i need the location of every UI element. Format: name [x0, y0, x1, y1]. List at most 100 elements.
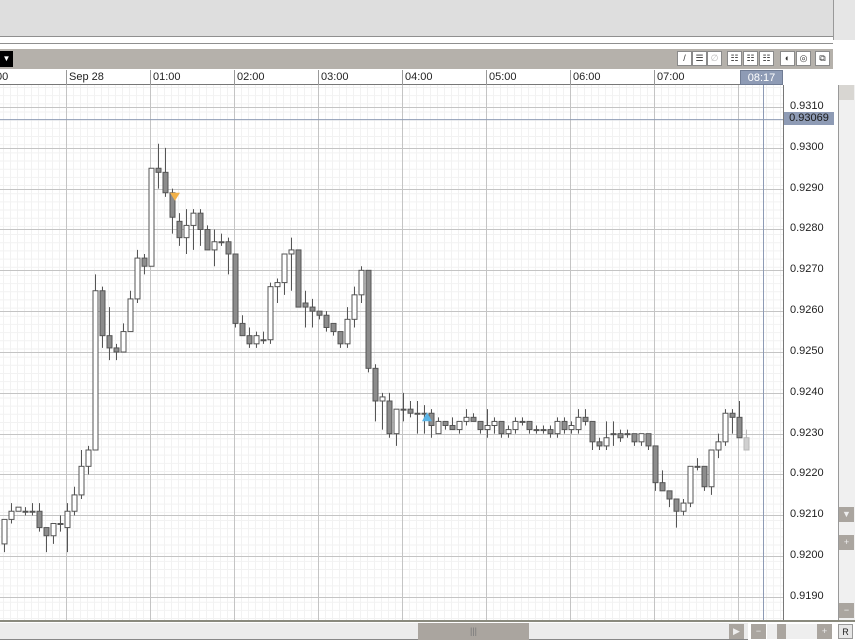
scroll-down-icon[interactable]: ▼	[839, 507, 854, 522]
candle-body	[358, 269, 365, 296]
reset-button[interactable]: R	[838, 624, 853, 639]
candle-body	[414, 412, 421, 415]
candlestick-chart[interactable]	[0, 85, 783, 620]
candle-body	[176, 220, 183, 239]
candle-body	[57, 522, 64, 525]
candle-body	[400, 408, 407, 411]
horizontal-scrollbar[interactable]	[0, 623, 748, 640]
time-label: 05:00	[486, 70, 570, 85]
candle-body	[274, 282, 281, 288]
grid3-button[interactable]: ☷	[759, 51, 774, 66]
candle-body	[456, 420, 463, 431]
horizontal-scroll-thumb[interactable]: |||	[418, 623, 529, 640]
grid1-button[interactable]: ☷	[727, 51, 742, 66]
candle-body	[239, 322, 246, 337]
candle-body	[85, 449, 92, 467]
zoom-slider-handle[interactable]	[777, 624, 786, 639]
divider	[0, 43, 833, 44]
price-label: 0.9200	[790, 549, 824, 562]
candle-body	[204, 228, 211, 251]
candle-body	[624, 433, 631, 436]
candle-body	[323, 314, 330, 328]
zoom-out-horizontal-button[interactable]: −	[751, 624, 766, 639]
candle-body	[106, 335, 113, 349]
candle-body	[393, 408, 400, 435]
vertical-scrollbar[interactable]: ▼ + −	[838, 85, 855, 620]
top-panel	[0, 0, 833, 37]
time-label: 01:00	[150, 70, 234, 85]
zoom-out-vertical-button[interactable]: −	[839, 603, 854, 618]
candle-body	[330, 322, 337, 333]
candle-body	[407, 408, 414, 414]
candle-body	[1, 518, 8, 545]
candle-body	[351, 294, 358, 320]
top-scrollbar[interactable]	[833, 0, 855, 40]
candle-body	[659, 482, 666, 492]
candle-body	[183, 224, 190, 239]
candle-body	[736, 416, 743, 439]
candle-body	[463, 416, 470, 422]
scroll-right-icon[interactable]: ▶	[729, 624, 744, 639]
candle-body	[449, 424, 456, 431]
theme2-button[interactable]: ◎	[796, 51, 811, 66]
candle-body	[134, 257, 141, 300]
candle-body	[442, 420, 449, 426]
scroll-track-upper[interactable]	[839, 85, 854, 100]
candle-body	[519, 420, 526, 423]
theme1-button[interactable]: ◐	[780, 51, 795, 66]
candle-body	[568, 424, 575, 431]
candle-body	[253, 335, 260, 345]
candle-body	[638, 433, 645, 443]
price-label: 0.9190	[790, 589, 824, 602]
hline-button[interactable]: ☰	[692, 51, 707, 66]
candle-body	[8, 510, 15, 520]
candle-body	[64, 510, 71, 529]
candle-body	[652, 445, 659, 484]
candle-body	[288, 249, 295, 255]
candle-body	[190, 212, 197, 226]
candle-body	[267, 286, 274, 341]
zoom-in-vertical-button[interactable]: +	[839, 535, 854, 550]
candle-body	[708, 449, 715, 488]
chart-menu-dropdown[interactable]: ▼	[0, 51, 13, 67]
candle-body	[561, 420, 568, 431]
candle-body	[155, 167, 162, 173]
zoom-slider[interactable]	[767, 624, 817, 639]
candle-body	[575, 416, 582, 431]
price-label: 0.9260	[790, 304, 824, 317]
candle-body	[344, 318, 351, 345]
candle-body	[246, 335, 253, 345]
candle-body	[15, 506, 22, 512]
grid2-button[interactable]: ☷	[743, 51, 758, 66]
candle-body	[498, 420, 505, 435]
candle-body	[379, 396, 386, 402]
candle-body	[582, 416, 589, 422]
time-label: 02:00	[234, 70, 318, 85]
price-label: 0.9280	[790, 222, 824, 235]
price-label: 0.9240	[790, 385, 824, 398]
clear-button[interactable]: ∅	[707, 51, 722, 66]
candle-body	[715, 441, 722, 451]
candle-body	[92, 290, 99, 451]
candle-body	[491, 420, 498, 426]
candle-body	[36, 510, 43, 529]
popout-button[interactable]: ⧉	[815, 51, 830, 66]
candle-body	[435, 420, 442, 435]
candle-body	[113, 347, 120, 353]
candle-body	[512, 420, 519, 431]
draw-line-button[interactable]: /	[677, 51, 692, 66]
candle-body	[617, 433, 624, 439]
candle-body	[540, 429, 547, 432]
price-label: 0.9270	[790, 263, 824, 276]
candle-body	[610, 433, 617, 436]
candle-body	[232, 253, 239, 324]
candle-body	[645, 433, 652, 447]
candle-body	[78, 465, 85, 496]
candle-body	[43, 527, 50, 537]
candle-body	[477, 420, 484, 431]
zoom-in-horizontal-button[interactable]: +	[817, 624, 832, 639]
price-label: 0.9250	[790, 344, 824, 357]
candle-body	[694, 465, 701, 468]
candle-body	[225, 241, 232, 255]
candle-body	[141, 257, 148, 267]
